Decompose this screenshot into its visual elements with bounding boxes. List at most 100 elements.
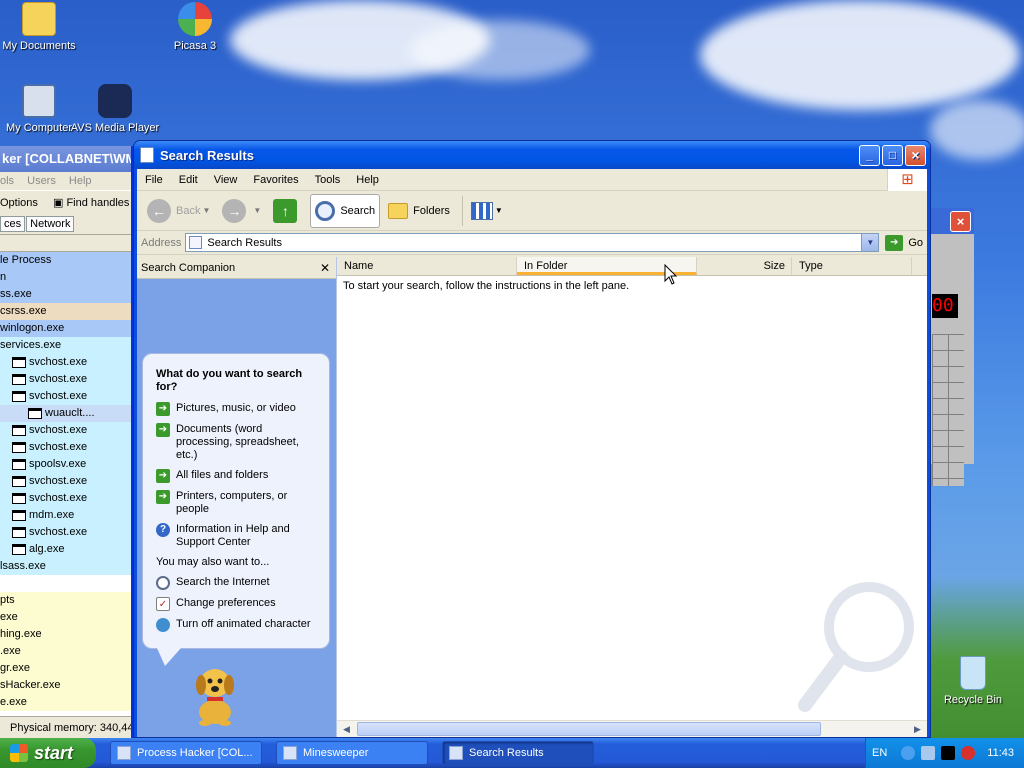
search-option-link[interactable]: ? Information in Help and Support Center xyxy=(156,523,317,549)
process-row[interactable]: sHacker.exe xyxy=(0,677,131,694)
chevron-down-icon[interactable]: ▼ xyxy=(202,206,210,215)
process-row[interactable]: .exe xyxy=(0,643,131,660)
menu-favorites[interactable]: Favorites xyxy=(245,174,306,186)
process-row[interactable]: pts xyxy=(0,592,131,609)
chevron-down-icon[interactable]: ▼ xyxy=(495,206,503,215)
horizontal-scrollbar[interactable]: ◀ ▶ xyxy=(337,720,927,737)
process-row[interactable]: svchost.exe xyxy=(0,439,131,456)
search-option-link[interactable]: ✓ Change preferences xyxy=(156,597,317,611)
go-label: Go xyxy=(908,236,923,249)
back-button[interactable]: ← Back ▼ xyxy=(143,194,214,228)
process-row[interactable]: svchost.exe xyxy=(0,371,131,388)
process-row[interactable]: wuauclt.... xyxy=(0,405,131,422)
views-button[interactable]: ▼ xyxy=(467,194,507,228)
menu-item[interactable]: ols xyxy=(0,175,14,187)
menu-tools[interactable]: Tools xyxy=(307,174,349,186)
process-row[interactable]: winlogon.exe xyxy=(0,320,131,337)
process-name: csrss.exe xyxy=(0,305,47,317)
process-row[interactable]: spoolsv.exe xyxy=(0,456,131,473)
process-window-icon xyxy=(12,492,26,504)
close-button[interactable]: × xyxy=(950,211,971,232)
taskbar-button[interactable]: Search Results xyxy=(442,741,594,765)
chevron-down-icon[interactable]: ▼ xyxy=(861,234,879,251)
forward-button[interactable]: → ▼ xyxy=(218,194,265,228)
minimize-button[interactable]: _ xyxy=(859,144,880,166)
scroll-right-icon[interactable]: ▶ xyxy=(910,722,925,737)
find-handles-button[interactable]: ▣ Find handles xyxy=(53,197,131,209)
process-row[interactable]: svchost.exe xyxy=(0,354,131,371)
network-icon[interactable] xyxy=(921,746,936,760)
menu-item[interactable]: Users xyxy=(27,175,56,187)
process-row[interactable]: alg.exe xyxy=(0,541,131,558)
title-bar[interactable]: Search Results _ □ × xyxy=(134,141,930,169)
process-hacker-tray-icon[interactable] xyxy=(941,746,956,760)
process-row[interactable]: exe xyxy=(0,609,131,626)
search-dog-icon[interactable] xyxy=(185,657,245,727)
search-option-link[interactable]: Search the Internet xyxy=(156,576,317,590)
taskbar-button[interactable]: Process Hacker [COL... xyxy=(110,741,262,765)
maximize-button[interactable]: □ xyxy=(882,144,903,166)
column-extra[interactable] xyxy=(912,257,927,275)
process-row[interactable]: lsass.exe xyxy=(0,558,131,575)
up-button[interactable]: ↑ xyxy=(269,194,306,228)
go-button[interactable]: ➔ Go xyxy=(885,234,923,251)
close-button[interactable]: × xyxy=(905,144,926,166)
process-row[interactable]: svchost.exe xyxy=(0,388,131,405)
process-row[interactable]: gr.exe xyxy=(0,660,131,677)
process-row[interactable]: svchost.exe xyxy=(0,524,131,541)
process-row[interactable]: mdm.exe xyxy=(0,507,131,524)
tab-services[interactable]: ces xyxy=(0,216,26,232)
empty-results-message: To start your search, follow the instruc… xyxy=(343,280,630,292)
mine-field[interactable] xyxy=(932,334,964,486)
column-type[interactable]: Type xyxy=(792,257,912,275)
menu-edit[interactable]: Edit xyxy=(171,174,206,186)
process-row[interactable]: e.exe xyxy=(0,694,131,711)
search-option-link[interactable]: ➔ Pictures, music, or video xyxy=(156,402,317,416)
chevron-down-icon[interactable]: ▼ xyxy=(253,206,261,215)
process-row[interactable]: le Process xyxy=(0,252,131,269)
process-row[interactable] xyxy=(0,575,131,592)
folders-button[interactable]: Folders xyxy=(384,194,454,228)
desktop-icon-recycle-bin[interactable]: Recycle Bin xyxy=(928,656,1018,706)
menu-item[interactable]: Help xyxy=(69,175,92,187)
menu-help[interactable]: Help xyxy=(348,174,387,186)
column-size[interactable]: Size xyxy=(697,257,792,275)
security-alert-icon[interactable] xyxy=(961,746,976,760)
process-row[interactable]: n xyxy=(0,269,131,286)
search-results-window[interactable]: Search Results _ □ × File Edit View Favo… xyxy=(133,140,931,738)
minesweeper-window[interactable]: × 00 xyxy=(930,208,974,486)
column-name[interactable]: Name xyxy=(337,257,517,275)
search-icon xyxy=(156,576,170,590)
process-row[interactable]: csrss.exe xyxy=(0,303,131,320)
process-row[interactable]: hing.exe xyxy=(0,626,131,643)
process-row[interactable]: svchost.exe xyxy=(0,490,131,507)
menu-view[interactable]: View xyxy=(206,174,246,186)
address-input[interactable]: Search Results ▼ xyxy=(185,233,880,252)
search-option-link[interactable]: Turn off animated character xyxy=(156,618,317,632)
search-option-link[interactable]: ➔ Printers, computers, or people xyxy=(156,490,317,516)
tray-chevron-icon[interactable] xyxy=(901,746,916,760)
start-button[interactable]: start xyxy=(0,738,96,768)
process-row[interactable]: svchost.exe xyxy=(0,422,131,439)
search-button[interactable]: Search xyxy=(310,193,381,228)
language-indicator[interactable]: EN xyxy=(872,747,887,759)
taskbar-button[interactable]: Minesweeper xyxy=(276,741,428,765)
process-row[interactable]: ss.exe xyxy=(0,286,131,303)
desktop-icon-my-documents[interactable]: My Documents xyxy=(0,2,84,52)
options-button[interactable]: Options xyxy=(0,197,38,209)
scrollbar-thumb[interactable] xyxy=(357,722,821,736)
desktop-icon-avs-media-player[interactable]: AVS Media Player xyxy=(70,84,160,134)
process-hacker-window[interactable]: ker [COLLABNET\WM2 ols Users Help Option… xyxy=(0,146,134,738)
results-pane[interactable]: Name In Folder Size Type To start your s… xyxy=(337,257,927,737)
process-list[interactable]: le Process n ss.exe csrss.exe winlogon.exe se… xyxy=(0,252,131,711)
search-option-link[interactable]: ➔ Documents (word processing, spreadsheet… xyxy=(156,423,317,462)
search-option-link[interactable]: ➔ All files and folders xyxy=(156,469,317,483)
process-row[interactable]: services.exe xyxy=(0,337,131,354)
scroll-left-icon[interactable]: ◀ xyxy=(339,722,354,737)
menu-file[interactable]: File xyxy=(137,174,171,186)
process-row[interactable]: svchost.exe xyxy=(0,473,131,490)
desktop-icon-picasa[interactable]: Picasa 3 xyxy=(150,2,240,52)
tab-network[interactable]: Network xyxy=(26,216,75,232)
column-header[interactable] xyxy=(0,234,131,252)
close-icon[interactable]: ✕ xyxy=(320,261,330,275)
